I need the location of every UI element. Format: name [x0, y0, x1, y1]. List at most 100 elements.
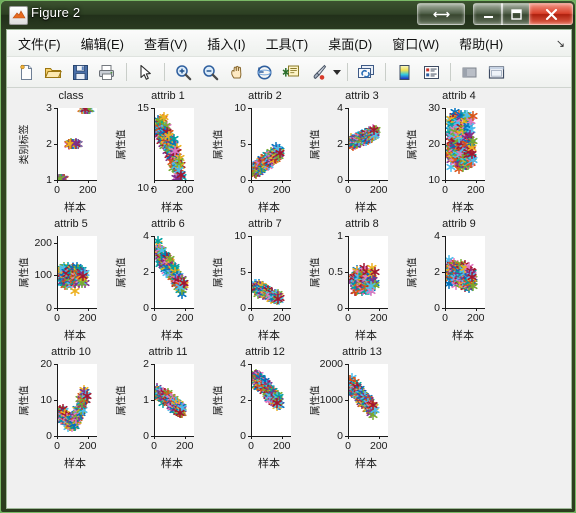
plot-area[interactable]	[154, 108, 194, 180]
subplot-title: attrib 9	[442, 218, 476, 230]
link-plot-icon[interactable]	[353, 59, 379, 85]
subplot-class[interactable]: class 1 2 3 0 200 样本 类别标签	[15, 90, 112, 218]
y-tick	[151, 108, 154, 109]
x-tick-label: 200	[176, 312, 194, 324]
y-axis-line	[348, 108, 349, 180]
colorbar-icon[interactable]	[391, 59, 417, 85]
print-figure-icon[interactable]	[94, 59, 120, 85]
y-tick	[54, 108, 57, 109]
plot-area[interactable]	[445, 108, 485, 180]
toolbar-separator	[347, 63, 348, 81]
x-axis-line	[154, 308, 194, 309]
x-tick-label: 0	[345, 440, 351, 452]
plot-area[interactable]	[348, 236, 388, 308]
x-axis-label: 样本	[64, 330, 86, 342]
plot-area[interactable]	[251, 108, 291, 180]
x-tick	[378, 436, 380, 439]
subplot-attrib-8[interactable]: attrib 8 0 0.5 1 0 200 样本 属性值	[306, 218, 403, 346]
plot-area[interactable]	[348, 364, 388, 436]
plot-area[interactable]	[154, 236, 194, 308]
y-axis-label: 属性值	[213, 257, 225, 288]
plot-area[interactable]	[348, 108, 388, 180]
subplot-attrib-1[interactable]: attrib 1 10 15 0 200 样本 属性值	[112, 90, 209, 218]
subplot-title: attrib 8	[345, 218, 379, 230]
plot-area[interactable]	[57, 364, 97, 436]
plot-area[interactable]	[251, 364, 291, 436]
pointer-icon[interactable]	[132, 59, 158, 85]
y-axis-label: 属性值	[19, 257, 31, 288]
plot-area[interactable]	[445, 236, 485, 308]
menu-file[interactable]: 文件(F)	[9, 31, 70, 56]
resize-button[interactable]	[417, 3, 465, 25]
x-axis-line	[251, 436, 291, 437]
subplot-attrib-9[interactable]: attrib 9 0 2 4 0 200 样本 属性值	[403, 218, 500, 346]
subplot-attrib-4[interactable]: attrib 4 10 20 30 0 200 样本 属性值	[403, 90, 500, 218]
subplot-attrib-12[interactable]: attrib 12 0 2 4 0 200 样本 属性值	[209, 346, 306, 474]
plot-area[interactable]	[57, 236, 97, 308]
menu-insert[interactable]: 插入(I)	[198, 31, 254, 56]
subplot-attrib-11[interactable]: attrib 11 0 1 2 0 200 样本 属性值	[112, 346, 209, 474]
y-tick-label: 0	[337, 430, 343, 442]
y-tick-label: 15	[137, 102, 149, 114]
x-tick-label: 200	[467, 312, 485, 324]
x-tick	[475, 180, 477, 183]
close-button[interactable]	[529, 3, 573, 25]
y-axis-label: 属性值	[407, 257, 419, 288]
y-axis-line	[57, 236, 58, 308]
menu-overflow-icon[interactable]: ↘	[556, 37, 565, 50]
save-figure-icon[interactable]	[67, 59, 93, 85]
zoom-in-icon[interactable]	[170, 59, 196, 85]
x-tick-label: 200	[79, 440, 97, 452]
zoom-out-icon[interactable]	[197, 59, 223, 85]
y-axis-label: 属性值	[116, 385, 128, 416]
y-tick	[151, 364, 154, 365]
legend-icon[interactable]	[418, 59, 444, 85]
show-plot-tools-icon[interactable]	[483, 59, 509, 85]
subplot-attrib-3[interactable]: attrib 3 0 2 4 0 200 样本 属性值	[306, 90, 403, 218]
menu-help[interactable]: 帮助(H)	[450, 31, 512, 56]
y-axis-line	[57, 108, 58, 180]
new-figure-icon[interactable]	[13, 59, 39, 85]
x-axis-label: 样本	[64, 458, 86, 470]
title-bar[interactable]: Figure 2	[1, 1, 575, 29]
menu-view[interactable]: 查看(V)	[135, 31, 196, 56]
brush-icon[interactable]	[305, 59, 331, 85]
y-tick-label: 0	[46, 430, 52, 442]
y-tick	[248, 272, 251, 273]
x-axis-line	[348, 180, 388, 181]
subplot-attrib-6[interactable]: attrib 6 0 2 4 0 200 样本 属性值	[112, 218, 209, 346]
subplot-attrib-7[interactable]: attrib 7 0 5 10 0 200 样本 属性值	[209, 218, 306, 346]
plot-area[interactable]	[57, 108, 97, 180]
x-axis-label: 样本	[258, 202, 280, 214]
menu-desktop[interactable]: 桌面(D)	[319, 31, 381, 56]
y-tick-label: 10	[428, 174, 440, 186]
rotate-3d-icon[interactable]	[251, 59, 277, 85]
x-tick-label: 0	[442, 312, 448, 324]
subplot-attrib-13[interactable]: attrib 13 0 1000 2000 0 200 样本 属性值	[306, 346, 403, 474]
pan-icon[interactable]	[224, 59, 250, 85]
maximize-button[interactable]	[501, 3, 531, 25]
subplot-attrib-10[interactable]: attrib 10 0 10 20 0 200 样本 属性值	[15, 346, 112, 474]
y-tick-label: 10	[234, 230, 246, 242]
plot-area[interactable]	[251, 236, 291, 308]
x-tick-label: 0	[345, 184, 351, 196]
hide-plot-tools-icon[interactable]	[456, 59, 482, 85]
y-axis-line	[445, 108, 446, 180]
menu-tools[interactable]: 工具(T)	[257, 31, 318, 56]
open-file-icon[interactable]	[40, 59, 66, 85]
x-tick-label: 200	[79, 184, 97, 196]
figure-canvas[interactable]: class 1 2 3 0 200 样本 类别标签 attrib 1 10 15 0 200 样本 属性值 a…	[9, 88, 569, 506]
subplot-attrib-5[interactable]: attrib 5 0 100 200 0 200 样本 属性值	[15, 218, 112, 346]
menu-edit[interactable]: 编辑(E)	[72, 31, 133, 56]
data-cursor-icon[interactable]	[278, 59, 304, 85]
subplot-attrib-2[interactable]: attrib 2 0 5 10 0 200 样本 属性值	[209, 90, 306, 218]
minimize-button[interactable]	[473, 3, 503, 25]
plot-area[interactable]	[154, 364, 194, 436]
subplot-title: attrib 3	[345, 90, 379, 102]
y-tick	[248, 144, 251, 145]
y-axis-line	[251, 108, 252, 180]
y-axis-line	[251, 364, 252, 436]
brush-dropdown-caret-icon[interactable]	[332, 60, 342, 84]
menu-window[interactable]: 窗口(W)	[383, 31, 448, 56]
subplot-title: class	[58, 90, 84, 102]
